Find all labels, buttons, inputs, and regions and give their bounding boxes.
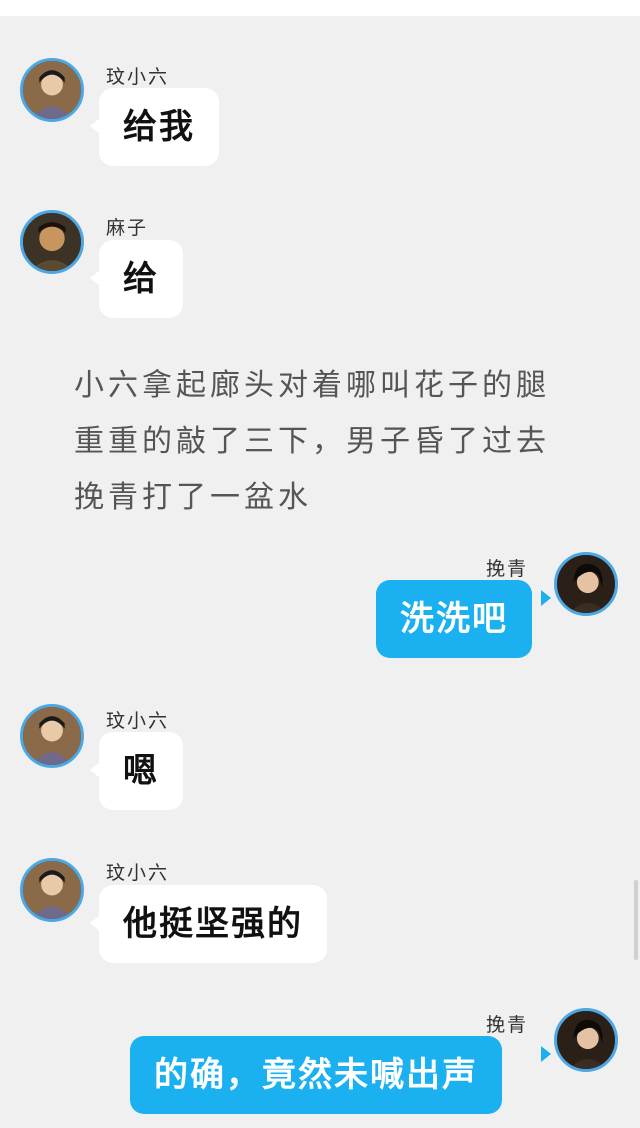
message-bubble[interactable]: 给 [99,240,183,318]
top-status-strip [0,0,640,16]
avatar-portrait-icon [23,213,81,271]
avatar-portrait-icon [23,707,81,765]
sender-name: 挽青 [486,558,529,580]
sender-name: 麻子 [106,217,149,239]
scrollbar[interactable] [634,880,638,960]
message-bubble[interactable]: 洗洗吧 [376,580,532,658]
message-bubble[interactable]: 给我 [99,88,219,166]
sender-name: 挽青 [486,1014,529,1036]
bubble-tail [541,1046,551,1062]
sender-name: 玟小六 [106,710,170,732]
bubble-tail [541,590,551,606]
avatar-wanqing[interactable] [554,552,618,616]
narration-text: 小六拿起廊头对着哪叫花子的腿重重的敲了三下，男子昏了过去挽青打了一盆水 [74,368,550,515]
message-bubble[interactable]: 的确，竟然未喊出声 [130,1036,502,1114]
message-bubble[interactable]: 他挺坚强的 [99,885,327,963]
sender-name: 玟小六 [106,66,170,88]
avatar-portrait-icon [557,555,615,613]
avatar-portrait-icon [557,1011,615,1069]
avatar-wanqing[interactable] [554,1008,618,1072]
message-bubble[interactable]: 嗯 [99,732,183,810]
avatar-portrait-icon [23,61,81,119]
avatar-xiaoliu[interactable] [20,58,84,122]
sender-name: 玟小六 [106,862,170,884]
avatar-xiaoliu[interactable] [20,704,84,768]
avatar-xiaoliu[interactable] [20,858,84,922]
avatar-mazi[interactable] [20,210,84,274]
avatar-portrait-icon [23,861,81,919]
